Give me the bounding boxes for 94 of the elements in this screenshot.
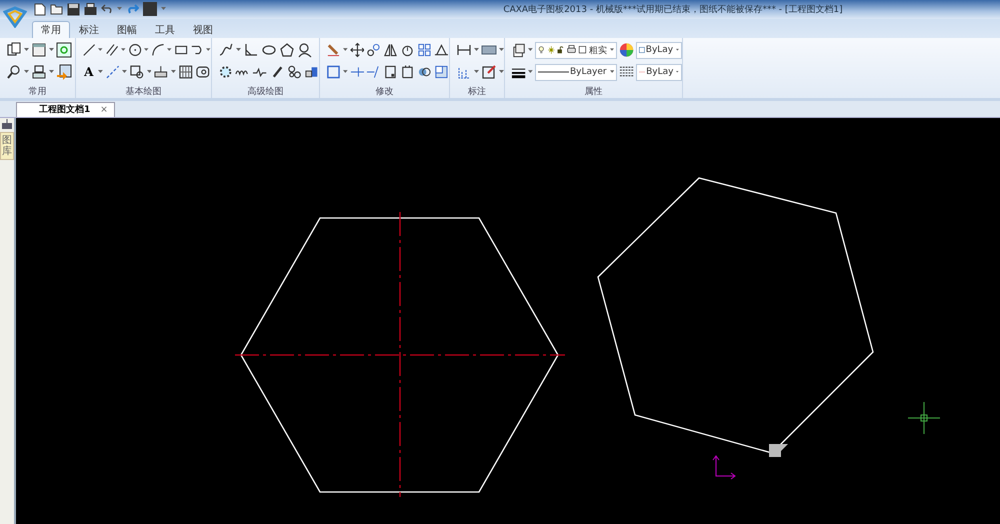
caret-icon[interactable]	[121, 48, 126, 52]
folder-icon[interactable]	[50, 3, 63, 16]
caret-icon[interactable]	[676, 70, 680, 74]
page-icon[interactable]	[383, 64, 398, 80]
line-sample-icon	[639, 70, 646, 74]
parallel-lines-icon[interactable]	[104, 42, 120, 58]
caret-icon[interactable]	[474, 70, 479, 74]
close-tab-button[interactable]: ×	[100, 104, 108, 115]
library-icon[interactable]	[1, 118, 13, 130]
extend-icon[interactable]	[366, 64, 382, 80]
hatch-icon[interactable]	[178, 64, 194, 80]
chain-icon[interactable]	[366, 42, 382, 58]
document-tab[interactable]: 工程图文档1 ×	[16, 102, 115, 117]
ribbon-tab[interactable]: 工具	[146, 20, 184, 38]
pentagon-icon[interactable]	[279, 42, 295, 58]
app-logo-icon[interactable]	[3, 6, 27, 28]
new-file-icon[interactable]	[34, 2, 46, 16]
caret-icon[interactable]	[610, 70, 614, 74]
ribbon-tab[interactable]: 标注	[70, 20, 108, 38]
pages-icon[interactable]	[6, 42, 22, 58]
caret-icon[interactable]	[49, 48, 54, 52]
caret-icon[interactable]	[24, 70, 29, 74]
knot-icon[interactable]	[286, 64, 302, 80]
color-wheel-icon[interactable]	[618, 42, 634, 58]
group-label: 修改	[374, 86, 394, 98]
window-title: CAXA电子图板2013 - 机械版***试用期已结束，图纸不能被保存*** - [工程图文档1]	[502, 4, 844, 16]
layers-icon[interactable]	[511, 42, 526, 58]
caret-icon[interactable]	[144, 48, 149, 52]
printer-icon[interactable]	[84, 2, 97, 16]
line-icon[interactable]	[82, 42, 96, 58]
caret-icon[interactable]	[528, 70, 533, 74]
group-label: 属性	[584, 86, 604, 98]
caret-icon[interactable]	[342, 48, 348, 52]
stamp-icon[interactable]	[31, 64, 47, 80]
circle-icon[interactable]	[128, 42, 142, 58]
redo-icon[interactable]	[126, 4, 139, 14]
caret-icon[interactable]	[117, 7, 122, 12]
caret-icon[interactable]	[474, 48, 479, 52]
bracket-icon[interactable]	[400, 64, 416, 80]
ribbon-tab[interactable]: 常用	[32, 20, 70, 38]
caret-icon[interactable]	[676, 48, 680, 52]
caret-icon[interactable]	[98, 48, 103, 52]
group-label: 常用	[28, 86, 48, 98]
line-sample-icon	[538, 70, 569, 74]
caret-icon[interactable]	[610, 48, 614, 52]
layer-name: 粗实	[588, 44, 608, 57]
coordinate-axes-icon	[712, 455, 736, 480]
caret-icon[interactable]	[167, 48, 172, 52]
dashed-line-icon[interactable]	[104, 64, 120, 80]
array-icon[interactable]	[417, 42, 432, 58]
export-icon[interactable]	[56, 64, 72, 80]
caret-icon[interactable]	[342, 70, 348, 74]
caret-icon[interactable]	[236, 48, 241, 52]
save-icon[interactable]	[67, 2, 80, 16]
window-icon[interactable]	[31, 42, 47, 58]
document-tab-label[interactable]: 工程图文档1	[39, 103, 90, 116]
ribbon-tab[interactable]: 视图	[184, 20, 222, 38]
side-panel-tab[interactable]: 图库	[0, 132, 14, 160]
group-label: 标注	[467, 86, 487, 98]
caret-icon[interactable]	[161, 7, 166, 12]
caret-icon[interactable]	[528, 48, 533, 52]
line-type-dropdown[interactable]: ByLayer	[534, 64, 617, 81]
crosshair-cursor	[908, 401, 940, 434]
caret-icon[interactable]	[24, 48, 29, 52]
ribbon-tab[interactable]: 图幅	[108, 20, 146, 38]
group-label: 基本绘图	[124, 86, 162, 98]
caret-icon[interactable]	[122, 70, 127, 74]
line-color-dropdown[interactable]: ByLay	[636, 64, 682, 81]
caret-icon[interactable]	[49, 70, 54, 74]
curve-icon[interactable]	[218, 42, 234, 58]
mirror-icon[interactable]	[383, 42, 398, 58]
caret-icon[interactable]	[206, 48, 211, 52]
caret-icon[interactable]	[170, 70, 176, 74]
color-dropdown[interactable]: ByLay	[636, 42, 682, 59]
axes-icon[interactable]	[243, 42, 259, 58]
group-label: 高级绘图	[246, 86, 284, 98]
eraser-icon[interactable]	[326, 42, 341, 58]
zoom-icon[interactable]	[6, 64, 22, 80]
caret-icon[interactable]	[499, 70, 504, 74]
arc-icon[interactable]	[150, 42, 166, 58]
move-icon[interactable]	[350, 42, 364, 58]
caret-icon[interactable]	[499, 48, 504, 52]
edit-icon[interactable]	[481, 64, 497, 80]
dashed-rectangle-icon[interactable]	[326, 64, 341, 80]
color-swatch-icon	[639, 45, 645, 56]
layer-dropdown[interactable]: 粗实	[534, 42, 617, 59]
refresh-icon[interactable]	[56, 42, 72, 58]
caret-icon[interactable]	[146, 70, 152, 74]
grip-marker[interactable]	[769, 444, 788, 457]
caret-icon[interactable]	[98, 70, 102, 74]
image-icon[interactable]	[195, 64, 212, 80]
text-tool-button[interactable]: A	[82, 65, 96, 80]
undo-icon[interactable]	[101, 4, 113, 14]
panel-icon[interactable]	[434, 64, 449, 80]
